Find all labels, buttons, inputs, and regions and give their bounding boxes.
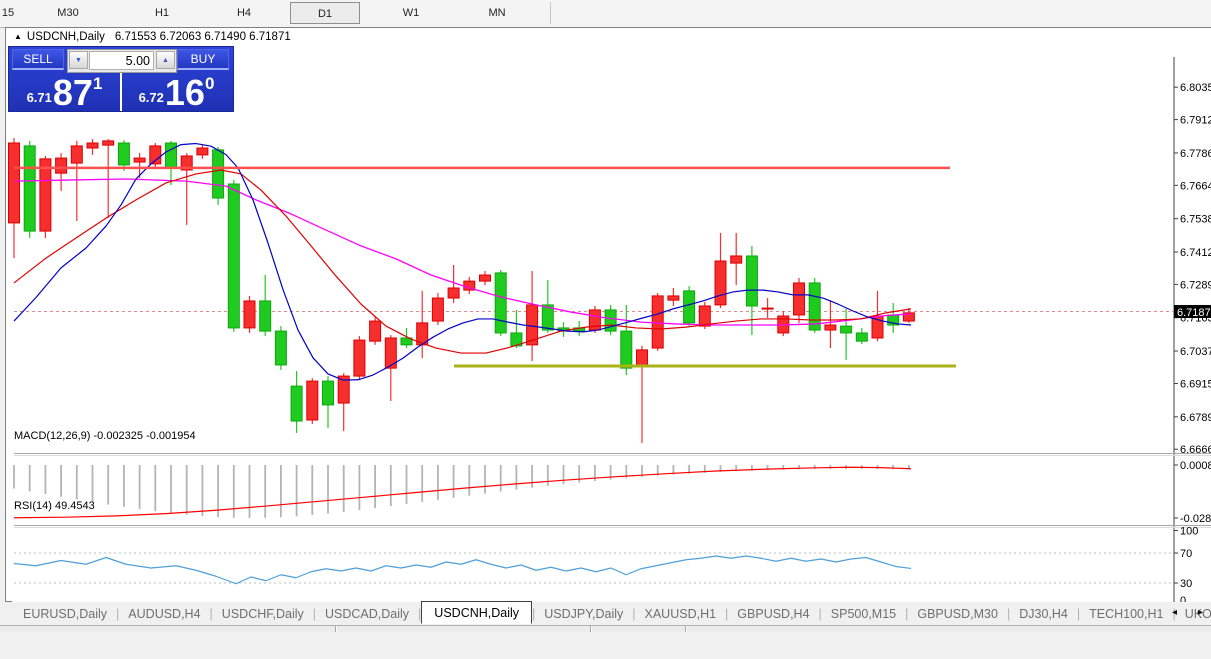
svg-text:6.77865: 6.77865 [1180,148,1211,160]
status-bar-divider [590,626,592,632]
svg-text:6.66665: 6.66665 [1180,444,1211,456]
tabs-scroll-left-icon[interactable]: ◂ [1172,607,1177,618]
sell-price-quote[interactable]: 6.71 87 1 [9,73,120,111]
rsi-name: RSI(14) [14,500,52,512]
svg-text:6.69150: 6.69150 [1180,378,1211,390]
buy-button[interactable]: BUY [177,49,229,70]
sell-price-prefix: 6.71 [26,90,52,105]
tab-UKO[interactable]: UKO [1176,604,1211,624]
tab-USDCNH-Daily[interactable]: USDCNH,Daily [421,601,533,624]
tab-USDJPY-Daily[interactable]: USDJPY,Daily [535,604,632,624]
timeframe-button-H4[interactable]: H4 [214,2,274,24]
tab-USDCHF-Daily[interactable]: USDCHF,Daily [213,604,313,624]
macd-values: -0.002325 -0.001954 [93,430,196,442]
svg-text:6.67890: 6.67890 [1180,412,1211,424]
chart-window: 6.80350 6.79125 6.77865 6.76640 6.75380 6.741… [5,27,1211,627]
tab-DJ30-H4[interactable]: DJ30,H4 [1010,604,1077,624]
chart-symbol-label: USDCNH,Daily [26,31,105,43]
svg-text:6.71871: 6.71871 [1177,307,1211,319]
collapse-arrow-icon[interactable]: ▲ [14,32,22,41]
svg-text:-0.028124: -0.028124 [1180,513,1211,525]
chart-frame-lines [12,56,1211,627]
chart-canvas[interactable]: 6.80350 6.79125 6.77865 6.76640 6.75380 6.741… [6,28,1211,659]
sell-price-pip-digit: 1 [92,74,103,93]
trade-panel-controls: SELL ▼ ▲ BUY [9,47,233,73]
sell-price-big-digits: 87 [52,72,93,113]
buy-price-pip-digit: 0 [204,74,215,93]
timeframe-button-MN[interactable]: MN [467,2,527,24]
tab-TECH100-H1[interactable]: TECH100,H1 [1080,604,1172,624]
buy-price-prefix: 6.72 [138,90,164,105]
svg-text:6.72895: 6.72895 [1180,279,1211,291]
toolbar-separator [550,2,551,24]
tab-GBPUSD-M30[interactable]: GBPUSD,M30 [908,604,1007,624]
svg-text:70: 70 [1180,548,1192,560]
volume-input[interactable] [89,51,154,70]
timeframe-button-H1[interactable]: H1 [132,2,192,24]
svg-text:30: 30 [1180,578,1192,590]
trade-panel-quotes: 6.71 87 1 6.72 16 0 [9,73,233,111]
svg-text:6.74120: 6.74120 [1180,247,1211,259]
timeframe-button-W1[interactable]: W1 [381,2,441,24]
rsi-indicator-label: RSI(14) 49.4543 [14,500,95,512]
svg-text:6.80350: 6.80350 [1180,82,1211,94]
sell-button[interactable]: SELL [12,49,64,70]
buy-price-quote[interactable]: 6.72 16 0 [120,73,231,111]
one-click-trading-panel: SELL ▼ ▲ BUY 6.71 87 1 6.72 16 0 [8,46,234,112]
chart-ohlc-values: 6.71553 6.72063 6.71490 6.71871 [114,31,291,43]
macd-name: MACD(12,26,9) [14,430,91,442]
tab-XAUUSD-H1[interactable]: XAUUSD,H1 [636,604,726,624]
svg-text:100: 100 [1180,526,1198,538]
tab-GBPUSD-H4[interactable]: GBPUSD,H4 [728,604,818,624]
buy-price-big-digits: 16 [164,72,205,113]
rsi-value: 49.4543 [54,500,95,512]
svg-text:0.000849: 0.000849 [1180,460,1211,472]
symbol-tab-bar: EURUSD,Daily | AUDUSD,H4 | USDCHF,Daily | USDC… [0,601,1211,625]
volume-increase-button[interactable]: ▲ [156,51,175,69]
timeframe-button-15[interactable]: 15 [0,2,38,24]
macd-indicator-label: MACD(12,26,9) -0.002325 -0.001954 [14,430,196,442]
chart-title: ▲ USDCNH,Daily 6.71553 6.72063 6.71490 6.7… [14,31,291,43]
svg-text:6.76640: 6.76640 [1180,180,1211,192]
timeframe-button-M30[interactable]: M30 [38,2,98,24]
tab-EURUSD-Daily[interactable]: EURUSD,Daily [14,604,116,624]
svg-text:6.75380: 6.75380 [1180,214,1211,226]
volume-stepper: ▼ ▲ [67,49,177,73]
timeframe-button-D1[interactable]: D1 [290,2,360,24]
status-bar-divider [685,626,687,632]
timeframe-toolbar: 15 M30 H1 H4 D1 W1 MN [0,0,1211,28]
tab-USDCAD-Daily[interactable]: USDCAD,Daily [316,604,418,624]
tab-AUDUSD-H4[interactable]: AUDUSD,H4 [119,604,209,624]
svg-text:6.79125: 6.79125 [1180,115,1211,127]
tab-SP500-M15[interactable]: SP500,M15 [822,604,905,624]
svg-text:6.70375: 6.70375 [1180,346,1211,358]
tabs-scroll-right-icon[interactable]: ▸ [1198,607,1203,618]
status-bar-divider [335,626,337,632]
volume-decrease-button[interactable]: ▼ [69,51,88,69]
